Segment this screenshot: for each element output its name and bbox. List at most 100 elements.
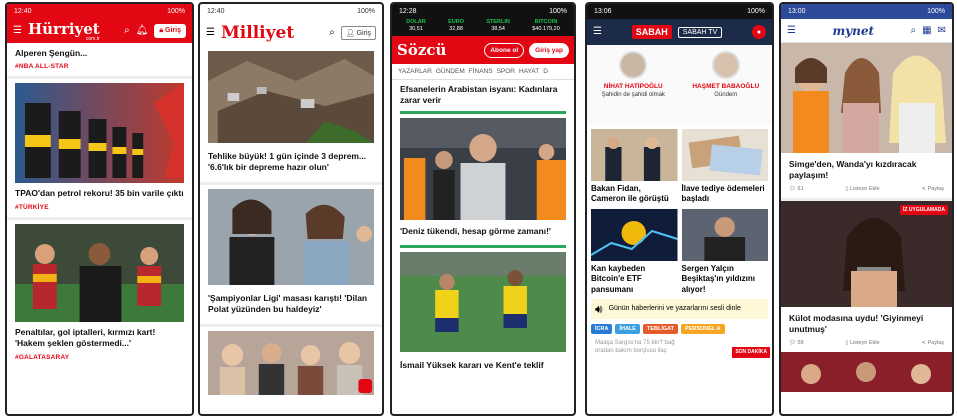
author-card[interactable]: HAŞMET BABAOĞLU Gündem — [686, 51, 766, 125]
card-title: Sergen Yalçın Beşiktaş'ın yıldızını alıy… — [681, 263, 755, 294]
chip[interactable]: TEBLİGAT — [642, 323, 679, 334]
mail-icon[interactable]: ✉ — [938, 25, 946, 36]
story-image-earthquake[interactable] — [208, 51, 374, 143]
milliyet-logo[interactable]: Milliyet — [221, 23, 294, 43]
bell-icon[interactable]: 🔔︎ — [136, 26, 149, 36]
story-meta: 💬︎ 61 ▯ Listeye Ekle ≺ Paylaş — [781, 182, 952, 198]
menu-icon[interactable]: ☰ — [787, 25, 796, 36]
story-image-fashion[interactable]: İZ UYGULAMADA — [781, 200, 952, 307]
headline[interactable]: Külot modasına uydu! 'Giyinmeyi unutmuş' — [781, 307, 952, 336]
nav-item[interactable]: GÜNDEM — [436, 68, 465, 75]
live-icon[interactable]: ● — [752, 25, 767, 39]
nav-item[interactable]: D — [543, 68, 548, 75]
phone-sozcu: 12:28 100% DOLAR 30,51 EURO 32,88 STERLIN 3… — [390, 2, 576, 416]
app-badge: İZ UYGULAMADA — [900, 204, 948, 215]
story-image-coach[interactable] — [400, 117, 566, 220]
share-button[interactable]: ≺ Paylaş — [921, 340, 944, 346]
chip[interactable]: İCRA — [591, 323, 613, 334]
search-icon[interactable]: ⌕ — [911, 25, 917, 36]
headline[interactable]: Tehlike büyük! 1 gün içinde 3 deprem... … — [200, 143, 382, 174]
story-image-crowd[interactable] — [208, 330, 374, 395]
status-battery: 100% — [357, 8, 375, 15]
story-image-strip[interactable] — [781, 351, 952, 392]
add-to-list-button[interactable]: ▯ Listeye Ekle — [845, 186, 879, 192]
avatar — [711, 51, 740, 79]
status-bar: 13:06 100% — [587, 4, 772, 19]
milliyet-header: ☰ Milliyet ⌕ 👤︎ Giriş — [200, 19, 382, 47]
headline[interactable]: Penaltılar, gol iptalleri, kırmızı kart!… — [7, 322, 192, 350]
mynet-header: ☰ mynet ⌕ ▦ ✉ — [781, 19, 952, 43]
add-to-list-label: Listeye Ekle — [849, 185, 880, 192]
nav-item[interactable]: FİNANS — [469, 68, 493, 75]
tag[interactable]: #GALATASARAY — [7, 350, 192, 361]
category-nav: YAZARLAR GÜNDEM FİNANS SPOR HAYAT D — [392, 64, 574, 80]
story-image-pipes[interactable] — [15, 83, 184, 184]
chip[interactable]: İHALE — [615, 323, 640, 334]
menu-icon[interactable]: ☰ — [13, 26, 22, 36]
news-card[interactable]: İlave tediye ödemeleri başladı — [681, 129, 768, 205]
login-button[interactable]: Giriş yap — [529, 42, 569, 58]
search-icon[interactable]: ⌕ — [124, 26, 130, 36]
news-card[interactable]: Kan kaybeden Bitcoin'e ETF pansumanı — [591, 208, 678, 295]
chip[interactable]: PERSONEL A — [681, 323, 725, 334]
headline[interactable]: Alperen Şengün... — [7, 43, 192, 59]
ticker-item[interactable]: STERLIN 38,54 — [486, 19, 510, 36]
tag[interactable]: #NBA ALL-STAR — [7, 59, 192, 70]
status-bar: 12:28 100% — [392, 4, 574, 19]
nav-item[interactable]: SPOR — [497, 68, 515, 75]
comment-icon: 💬︎ — [789, 185, 796, 192]
divider — [200, 323, 382, 327]
status-bar: 12:40 100% — [7, 4, 192, 19]
login-button[interactable]: 👤︎ Giriş — [340, 26, 376, 40]
comment-count[interactable]: 💬︎ 58 — [789, 340, 804, 346]
ticker-item[interactable]: BITCOIN $40.179,20 — [532, 19, 560, 36]
share-label: Paylaş — [927, 339, 944, 346]
hurriyet-header: ☰ Hürriyet com.tr ⌕ 🔔︎ 🔒︎ Giriş — [7, 19, 192, 43]
login-button[interactable]: 🔒︎ Giriş — [154, 24, 186, 38]
headline[interactable]: Efsanelerin Arabistan isyanı: Kadınlara … — [392, 80, 574, 107]
headline[interactable]: 'Şampiyonlar Ligi' masası karıştı! 'Dila… — [200, 285, 382, 316]
author-card[interactable]: NİHAT HATİPOĞLU Şahidin de şahidi olmak — [593, 51, 673, 125]
story-image-training[interactable] — [400, 252, 566, 353]
news-card[interactable]: Sergen Yalçın Beşiktaş'ın yıldızını alıy… — [681, 208, 768, 295]
headline[interactable]: Simge'den, Wanda'yı kızdıracak paylaşım! — [781, 153, 952, 182]
status-time: 12:40 — [14, 8, 32, 15]
news-card[interactable]: Bakan Fidan, Cameron ile görüştü — [591, 129, 678, 205]
news-grid: Bakan Fidan, Cameron ile görüştü İlave t… — [587, 125, 772, 299]
ticker-name: STERLIN — [486, 19, 510, 25]
story-image-celebrities[interactable] — [781, 43, 952, 153]
story-image-celebrity[interactable] — [208, 188, 374, 285]
audio-listen-banner[interactable]: 🔊︎ Günün haberlerini ve yazarlarını sesl… — [591, 298, 768, 319]
ticker-item[interactable]: EURO 32,88 — [448, 19, 464, 36]
ticker-name: BITCOIN — [534, 19, 558, 25]
tag[interactable]: #TÜRKİYE — [7, 200, 192, 211]
ticker-name: EURO — [448, 19, 464, 25]
ticker-value: 30,51 — [409, 25, 423, 32]
sozcu-logo[interactable]: Sözcü — [397, 41, 446, 59]
headline[interactable]: İsmail Yüksek kararı ve Kent'e teklif — [392, 352, 574, 371]
phone-mynet: 13:00 100% ☰ mynet ⌕ ▦ ✉ Simge'den, Wand… — [779, 2, 954, 416]
bottom-ticker[interactable]: Maaşa Sargısı'na 75 bin? bağ oradan bakı… — [587, 337, 772, 358]
share-button[interactable]: ≺ Paylaş — [921, 186, 944, 192]
mynet-logo[interactable]: mynet — [832, 24, 874, 38]
card-image — [681, 129, 768, 181]
story-image-football[interactable] — [15, 223, 184, 322]
subscribe-button[interactable]: Abone ol — [484, 42, 525, 58]
menu-icon[interactable]: ☰ — [593, 27, 602, 37]
author-article-title: Gündem — [714, 92, 738, 98]
search-icon[interactable]: ⌕ — [329, 28, 335, 38]
author-carousel: NİHAT HATİPOĞLU Şahidin de şahidi olmak … — [587, 45, 772, 125]
sabah-tv-button[interactable]: SABAH TV — [677, 26, 723, 38]
headline[interactable]: 'Deniz tükendi, hesap görme zamanı!' — [392, 220, 574, 237]
nav-item[interactable]: YAZARLAR — [398, 68, 432, 75]
grid-icon[interactable]: ▦ — [922, 25, 931, 36]
headline[interactable]: TPAO'dan petrol rekoru! 35 bin varile çı… — [7, 183, 192, 199]
nav-item[interactable]: HAYAT — [519, 68, 539, 75]
ticker-item[interactable]: DOLAR 30,51 — [406, 19, 426, 36]
sabah-logo[interactable]: SABAH — [631, 25, 672, 39]
hurriyet-logo[interactable]: Hürriyet com.tr — [28, 20, 100, 42]
add-to-list-button[interactable]: ▯ Listeye Ekle — [845, 340, 879, 346]
status-time: 12:40 — [207, 8, 225, 15]
menu-icon[interactable]: ☰ — [206, 28, 215, 38]
comment-count[interactable]: 💬︎ 61 — [789, 186, 804, 192]
